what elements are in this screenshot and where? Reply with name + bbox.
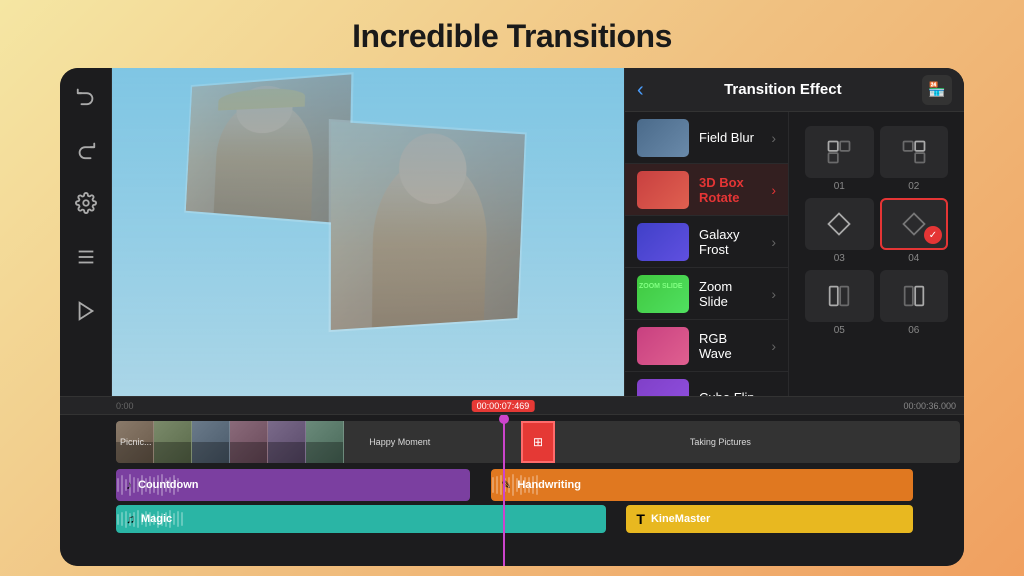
variant-thumb-06[interactable]: [880, 270, 949, 322]
cube-photo-2: [329, 119, 527, 332]
countdown-label: Countdown: [138, 479, 198, 491]
redo-button[interactable]: [71, 134, 101, 164]
video-track[interactable]: ⊞ Picnic... Happy Moment Taking Pictures: [116, 421, 960, 463]
page-title: Incredible Transitions: [0, 0, 1024, 65]
variant-item-05: 05: [805, 270, 874, 336]
store-icon: 🏪: [928, 81, 945, 98]
effect-thumb-galaxy: [637, 223, 689, 261]
effect-name-galaxy: Galaxy Frost: [699, 227, 761, 257]
variant-thumb-04[interactable]: ✓: [880, 198, 949, 250]
kinemaster-label: KineMaster: [651, 513, 710, 525]
effect-name-field-blur: Field Blur: [699, 130, 761, 145]
undo-button[interactable]: [71, 80, 101, 110]
seg-label-picnic: Picnic...: [120, 437, 152, 447]
device-container: 0.1 0.5 1 1.5 2 2.5 3 3.5 4 ‹ Transition…: [60, 68, 964, 566]
variant-item-02: 02: [880, 126, 949, 192]
variant-label-05: 05: [834, 325, 845, 336]
variant-label-04: 04: [908, 253, 919, 264]
effect-item-rgb[interactable]: RGB Wave ›: [625, 320, 788, 372]
time-bar: 0:00 00:00:07:469 00:00:36.000: [60, 397, 964, 415]
start-time-label: 0:00: [116, 401, 134, 411]
chevron-zoom: ›: [771, 286, 776, 302]
layers-button[interactable]: [71, 242, 101, 272]
variant-item-01: 01: [805, 126, 874, 192]
seg-label-taking: Taking Pictures: [690, 437, 751, 447]
handwriting-track[interactable]: ✎ Handwriting: [491, 469, 913, 501]
zoom-slide-badge: ZOOM SLIDE: [637, 281, 685, 292]
seg-transition-marker: ⊞: [521, 421, 555, 463]
selected-check: ✓: [924, 226, 942, 244]
effect-item-cube[interactable]: Cube Flip ›: [625, 372, 788, 396]
chevron-field-blur: ›: [771, 130, 776, 146]
timeline-section: 0:00 00:00:07:469 00:00:36.000: [60, 396, 964, 566]
tracks-container: ⊞ Picnic... Happy Moment Taking Pictures…: [60, 415, 964, 566]
chevron-galaxy: ›: [771, 234, 776, 250]
variants-section: 01 02 03: [789, 112, 964, 396]
variant-label-06: 06: [908, 325, 919, 336]
chevron-3d-box: ›: [771, 182, 776, 198]
effect-item-zoom[interactable]: ZOOM SLIDE Zoom Slide ›: [625, 268, 788, 320]
back-button[interactable]: ‹: [637, 80, 644, 100]
effect-name-rgb: RGB Wave: [699, 331, 761, 361]
effect-thumb-3d-box: [637, 171, 689, 209]
store-button[interactable]: 🏪: [922, 75, 952, 105]
variant-label-02: 02: [908, 181, 919, 192]
variant-thumb-01[interactable]: [805, 126, 874, 178]
effect-item-3d-box[interactable]: 3D Box Rotate ›: [625, 164, 788, 216]
effect-thumb-cube: [637, 379, 689, 397]
variant-thumb-05[interactable]: [805, 270, 874, 322]
effect-list: Field Blur › 3D Box Rotate › Galaxy Fros…: [625, 112, 789, 396]
variant-thumb-02[interactable]: [880, 126, 949, 178]
kinemaster-icon: T: [636, 511, 645, 527]
kinemaster-track[interactable]: T KineMaster: [626, 505, 913, 533]
effect-thumb-rgb: [637, 327, 689, 365]
variant-item-03: 03: [805, 198, 874, 264]
countdown-track[interactable]: ♪ Countdown: [116, 469, 470, 501]
effect-item-galaxy[interactable]: Galaxy Frost ›: [625, 216, 788, 268]
variant-thumb-03[interactable]: [805, 198, 874, 250]
effect-name-zoom: Zoom Slide: [699, 279, 761, 309]
magic-label: Magic: [141, 513, 172, 525]
current-time-badge: 00:00:07:469: [472, 400, 535, 412]
variant-label-01: 01: [834, 181, 845, 192]
handwriting-label: Handwriting: [517, 479, 581, 491]
variant-label-03: 03: [834, 253, 845, 264]
left-sidebar: [60, 68, 112, 396]
panel-title: Transition Effect: [654, 81, 912, 98]
right-panel: ‹ Transition Effect 🏪 Field Blur ›: [624, 68, 964, 396]
chevron-rgb: ›: [771, 338, 776, 354]
magic-track[interactable]: ♫ Magic: [116, 505, 606, 533]
export-button[interactable]: [71, 296, 101, 326]
end-time-label: 00:00:36.000: [903, 401, 956, 411]
effect-thumb-zoom: ZOOM SLIDE: [637, 275, 689, 313]
seg-label-happy: Happy Moment: [369, 437, 430, 447]
variant-item-04: ✓ 04: [880, 198, 949, 264]
settings-button[interactable]: [71, 188, 101, 218]
effect-name-3d-box: 3D Box Rotate: [699, 175, 761, 205]
preview-area: 0.1 0.5 1 1.5 2 2.5 3 3.5 4: [112, 68, 624, 396]
panel-header: ‹ Transition Effect 🏪: [625, 68, 964, 112]
effect-item-field-blur[interactable]: Field Blur ›: [625, 112, 788, 164]
variant-item-06: 06: [880, 270, 949, 336]
effect-thumb-field-blur: [637, 119, 689, 157]
